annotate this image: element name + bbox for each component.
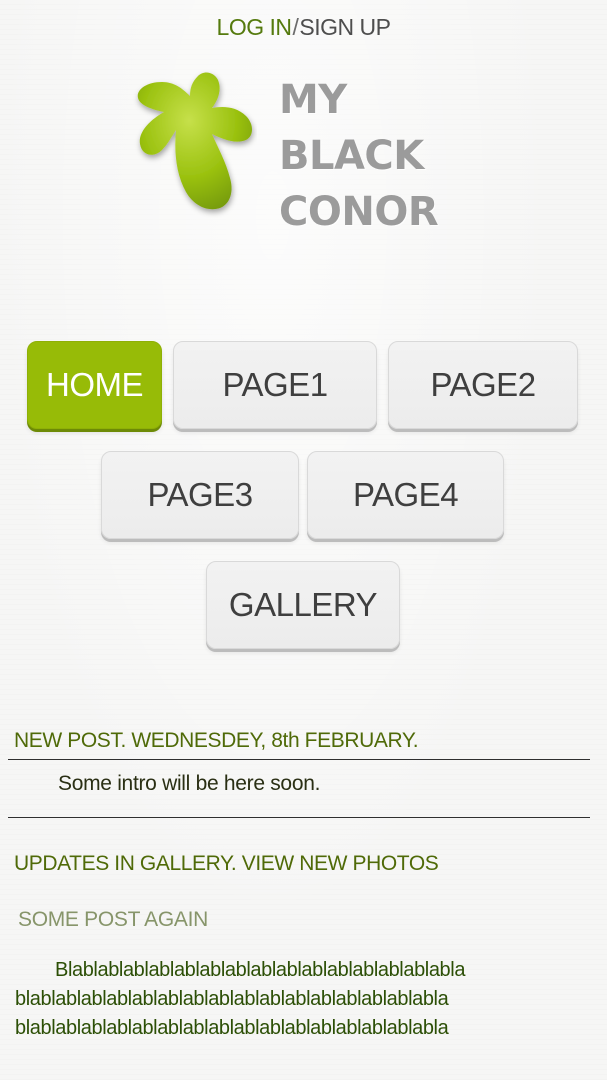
- divider: [8, 817, 590, 818]
- brand-title[interactable]: MY BLACK CONOR: [279, 72, 439, 240]
- brand-line-1: MY: [279, 77, 347, 123]
- signup-link[interactable]: SIGN UP: [299, 14, 391, 40]
- nav-page1-button[interactable]: PAGE1: [173, 341, 377, 429]
- some-post-body: Blablablablablablablablablablablablablab…: [15, 956, 585, 1043]
- new-post-heading[interactable]: NEW POST. WEDNESDEY, 8th FEBRUARY.: [14, 729, 419, 753]
- brand-line-3: CONOR: [279, 189, 439, 235]
- body-line-1: Blablablablablablablablablablablablablab…: [15, 956, 585, 985]
- new-post-intro: Some intro will be here soon.: [58, 772, 321, 795]
- nav-page2-button[interactable]: PAGE2: [388, 341, 578, 429]
- body-line-1-text: Blablablablablablablablablablablablablab…: [55, 959, 466, 981]
- nav-page3-button[interactable]: PAGE3: [101, 451, 299, 539]
- divider: [8, 759, 590, 760]
- green-leaf-icon[interactable]: [132, 68, 257, 218]
- body-line-2: blablablablablablablablablablablablablab…: [15, 988, 449, 1010]
- auth-separator: /: [292, 14, 299, 40]
- login-link[interactable]: LOG IN: [217, 14, 292, 40]
- nav-home-button[interactable]: HOME: [27, 341, 162, 429]
- nav-gallery-button[interactable]: GALLERY: [206, 561, 400, 649]
- body-line-3: blablablablablablablablablablablablablab…: [15, 1017, 449, 1039]
- auth-links: LOG IN/SIGN UP: [0, 14, 607, 41]
- some-post-heading[interactable]: SOME POST AGAIN: [18, 908, 208, 932]
- page-background: LOG IN/SIGN UP MY BLACK CONOR HOME PAGE1…: [0, 0, 607, 1080]
- brand-line-2: BLACK: [279, 133, 424, 179]
- nav-page4-button[interactable]: PAGE4: [307, 451, 504, 539]
- gallery-update-link[interactable]: UPDATES IN GALLERY. VIEW NEW PHOTOS: [14, 852, 439, 876]
